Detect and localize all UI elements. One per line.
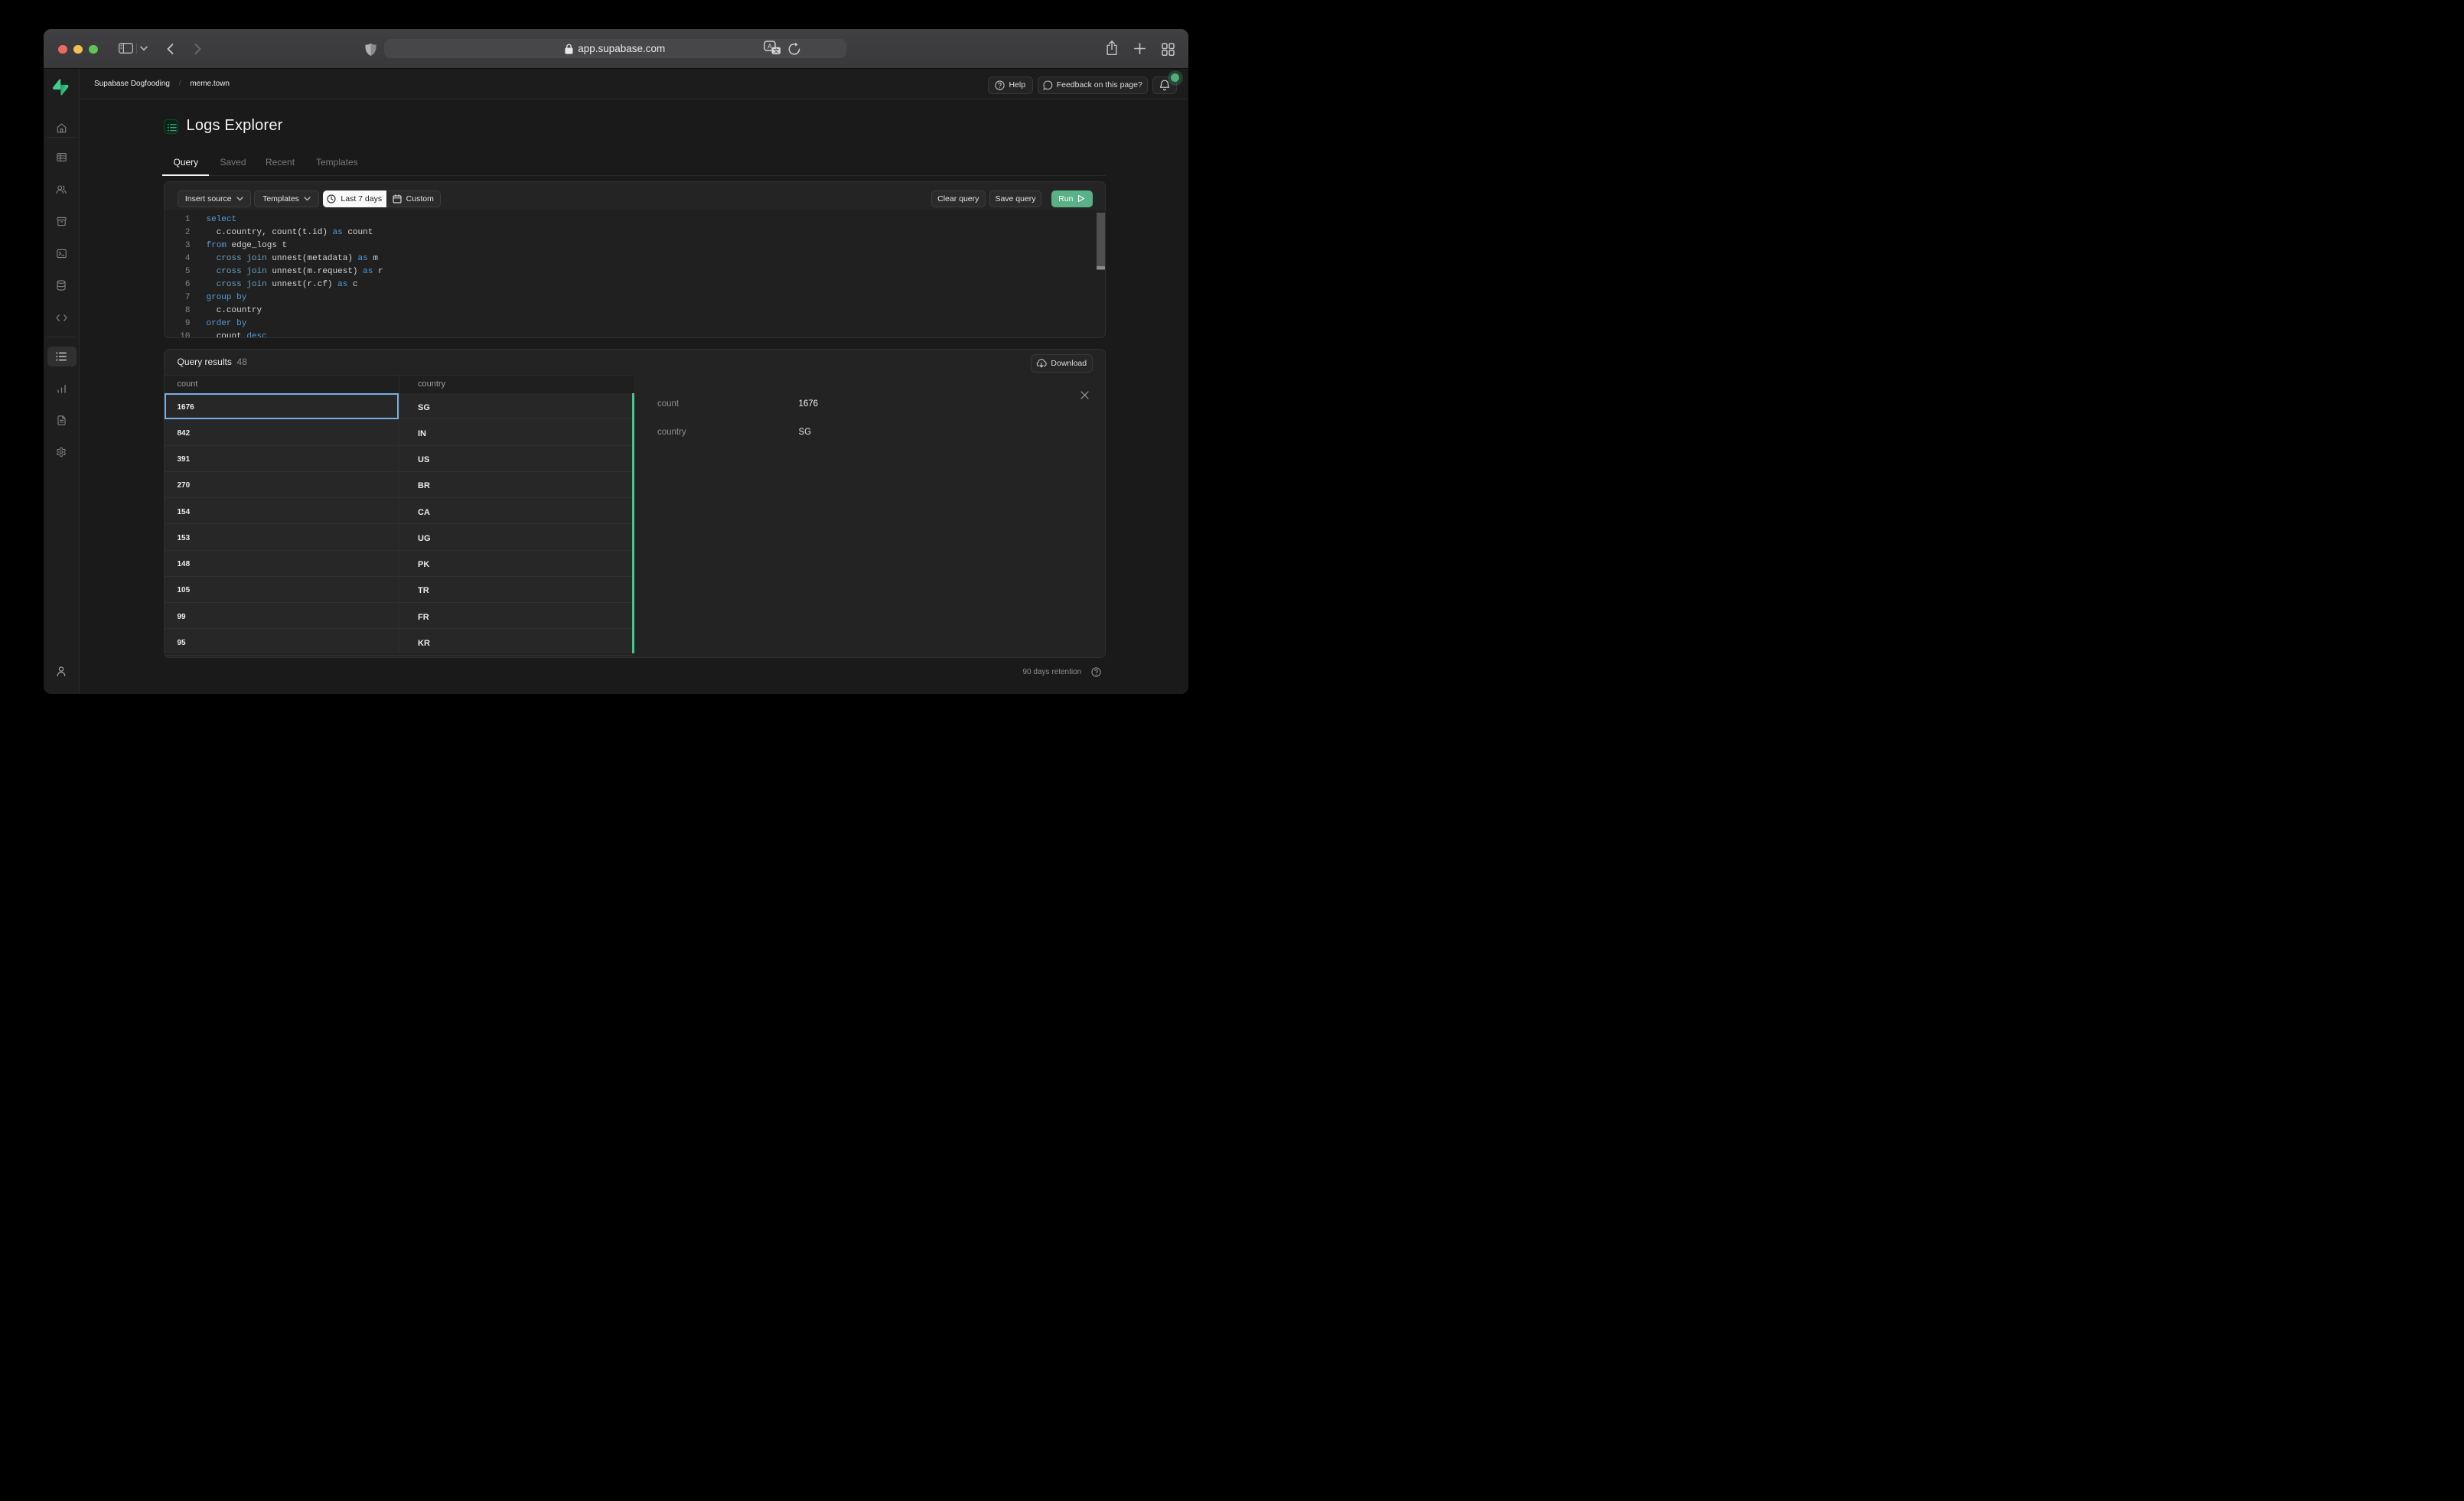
svg-text:文: 文 — [773, 47, 779, 54]
svg-text:A: A — [768, 43, 772, 50]
